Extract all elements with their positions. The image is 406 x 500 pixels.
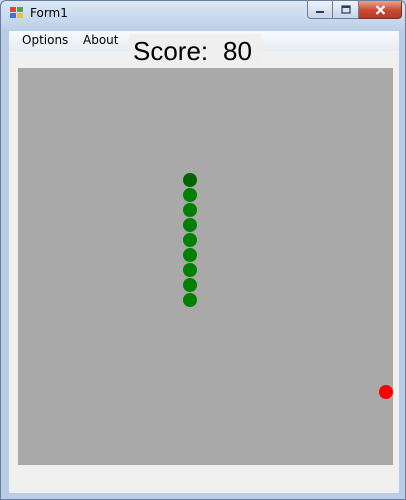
snake-head <box>183 173 197 187</box>
caption-buttons <box>307 1 402 20</box>
form1-window: Form1 Options About Score: 80 <box>0 0 406 500</box>
game-board[interactable] <box>18 68 393 465</box>
snake-segment <box>183 233 197 247</box>
maximize-icon <box>340 5 351 14</box>
maximize-button[interactable] <box>333 1 359 19</box>
snake-segment <box>183 278 197 292</box>
snake-segment <box>183 218 197 232</box>
client-area: Options About Score: 80 <box>9 31 399 493</box>
snake-segment <box>183 263 197 277</box>
menu-item-options[interactable]: Options <box>18 33 72 47</box>
food-pellet <box>379 385 393 399</box>
title-bar[interactable]: Form1 <box>1 1 405 25</box>
minimize-button[interactable] <box>307 1 333 19</box>
score-display: Score: 80 <box>129 34 261 66</box>
close-icon <box>375 4 385 15</box>
snake-segment <box>183 203 197 217</box>
close-button[interactable] <box>359 1 402 19</box>
minimize-icon <box>316 10 324 13</box>
score-label: Score: <box>133 36 209 66</box>
snake-segment <box>183 248 197 262</box>
menu-item-about[interactable]: About <box>79 33 122 47</box>
window-title: Form1 <box>30 6 68 20</box>
score-value: 80 <box>223 36 252 66</box>
snake-segment <box>183 293 197 307</box>
snake-segment <box>183 188 197 202</box>
app-icon <box>10 7 23 19</box>
